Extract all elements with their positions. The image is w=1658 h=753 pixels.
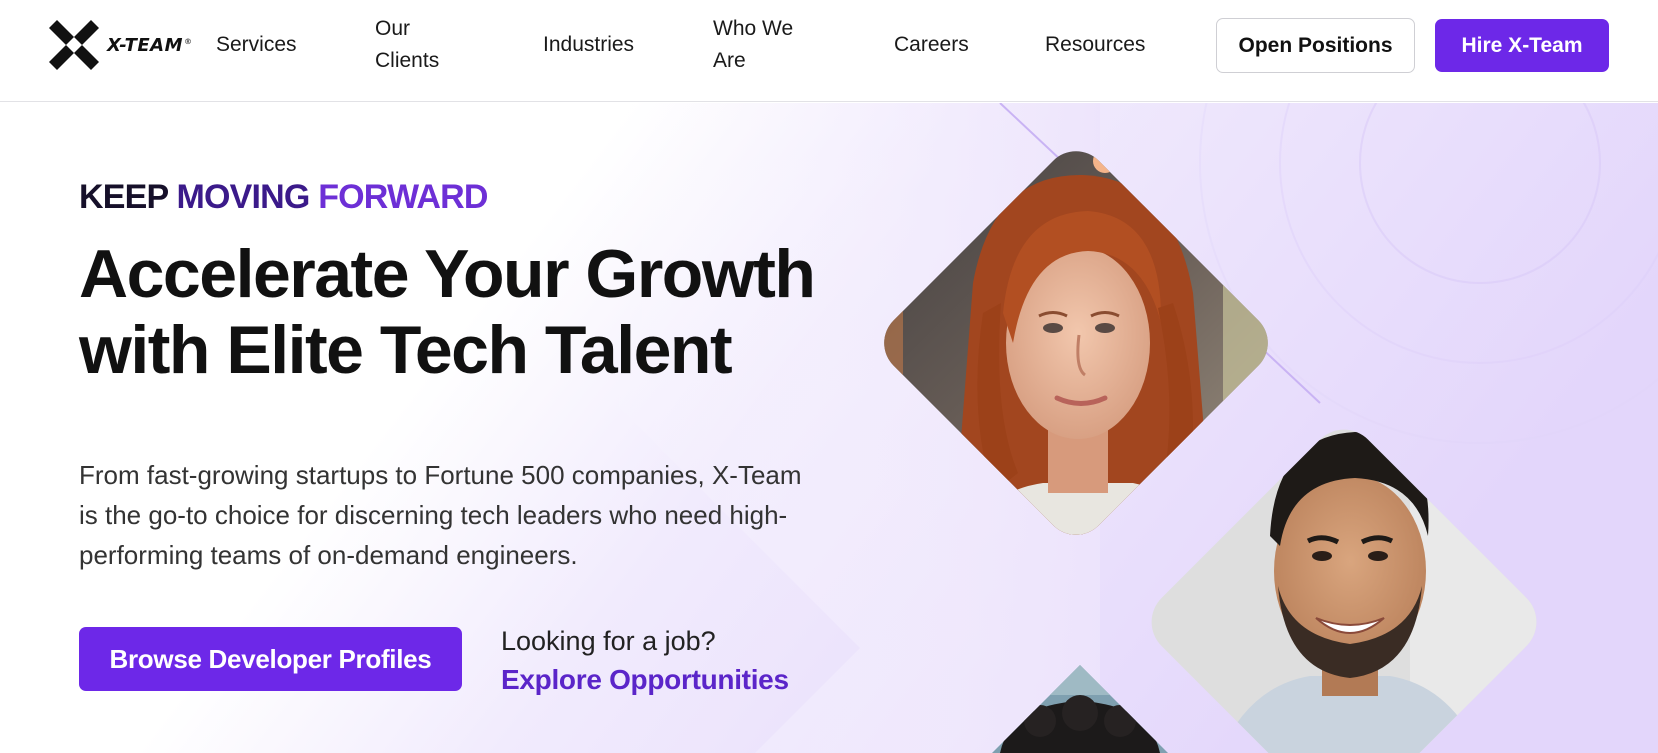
hero-eyebrow: KEEP MOVING FORWARD — [79, 178, 488, 217]
nav-industries[interactable]: Industries — [543, 29, 634, 61]
site-header: X-TEAM® Services Our Clients Industries … — [0, 0, 1658, 102]
hero-headline: Accelerate Your Growth with Elite Tech T… — [79, 236, 816, 388]
hero-lead-paragraph: From fast-growing startups to Fortune 50… — [79, 460, 802, 570]
talent-photo-partial — [960, 665, 1200, 753]
job-question-text: Looking for a job? — [501, 626, 716, 656]
hire-x-team-button[interactable]: Hire X-Team — [1435, 19, 1609, 72]
x-team-logo[interactable]: X-TEAM® — [47, 20, 199, 72]
open-positions-button[interactable]: Open Positions — [1216, 18, 1415, 73]
eyebrow-word-keep: KEEP — [79, 178, 169, 216]
explore-opportunities-link[interactable]: Explore Opportunities — [501, 661, 789, 699]
logo-wordmark: X-TEAM® — [107, 34, 193, 56]
nav-who-we-are[interactable]: Who We Are — [713, 13, 813, 77]
nav-careers[interactable]: Careers — [894, 29, 969, 61]
eyebrow-word-moving: MOVING — [176, 178, 310, 216]
hero-section: KEEP MOVING FORWARD Accelerate Your Grow… — [0, 103, 1658, 753]
x-team-logo-icon — [49, 20, 99, 70]
eyebrow-word-forward: FORWARD — [318, 178, 488, 216]
nav-our-clients[interactable]: Our Clients — [375, 13, 465, 77]
browse-developer-profiles-button[interactable]: Browse Developer Profiles — [79, 627, 462, 691]
nav-resources[interactable]: Resources — [1045, 29, 1145, 61]
nav-services[interactable]: Services — [216, 29, 297, 61]
